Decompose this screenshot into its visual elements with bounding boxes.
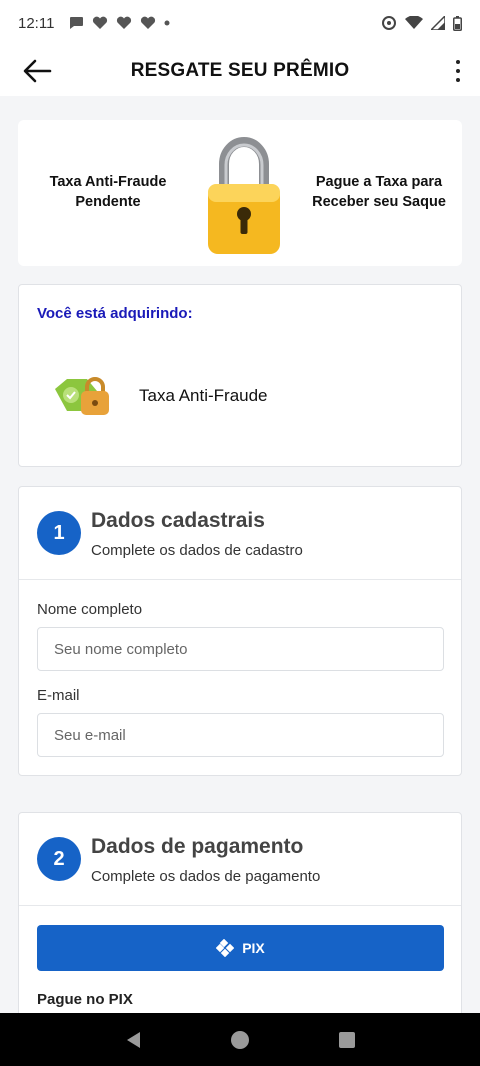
registration-section: 1 Dados cadastrais Complete os dados de … <box>18 486 462 776</box>
payment-section: 2 Dados de pagamento Complete os dados d… <box>18 812 462 1022</box>
name-label: Nome completo <box>37 601 143 618</box>
step-number: 1 <box>37 511 81 555</box>
notification-icons <box>68 16 170 30</box>
step-number: 2 <box>37 837 81 881</box>
nav-recents-icon[interactable] <box>338 1031 356 1049</box>
more-vertical-icon[interactable] <box>450 54 466 88</box>
dot-icon <box>164 20 170 26</box>
step-subtitle: Complete os dados de cadastro <box>91 542 303 559</box>
back-arrow-icon[interactable] <box>20 56 54 86</box>
product-name: Taxa Anti-Fraude <box>139 386 268 405</box>
pix-label: PIX <box>242 940 265 956</box>
email-input[interactable] <box>37 713 444 757</box>
name-input[interactable] <box>37 627 444 671</box>
promo-banner: Taxa Anti-Fraude Pendente Pague a Taxa p… <box>18 120 462 266</box>
system-nav-bar <box>0 1013 480 1066</box>
system-icons <box>381 15 462 31</box>
step-header: 2 Dados de pagamento Complete os dados d… <box>19 813 461 906</box>
pix-button[interactable]: PIX <box>37 925 444 971</box>
page-title: RESGATE SEU PRÊMIO <box>130 60 350 81</box>
heart-pulse-icon <box>141 16 156 29</box>
banner-right-text: Pague a Taxa para Receber seu Saque <box>312 174 446 210</box>
pay-label: Pague no PIX <box>37 991 133 1008</box>
wifi-icon <box>405 16 423 29</box>
step-subtitle: Complete os dados de pagamento <box>91 868 321 885</box>
signal-icon <box>431 16 445 30</box>
status-bar: 12:11 <box>0 0 480 46</box>
email-label: E-mail <box>37 687 80 704</box>
shield-lock-icon <box>55 377 109 415</box>
purchase-label: Você está adquirindo: <box>37 305 193 322</box>
pix-icon <box>216 939 235 957</box>
heart-pulse-icon <box>117 16 132 29</box>
nav-home-icon[interactable] <box>230 1030 250 1050</box>
banner-left-text: Taxa Anti-Fraude Pendente <box>49 174 167 210</box>
status-time: 12:11 <box>18 14 55 32</box>
step-title: Dados cadastrais <box>91 509 265 532</box>
padlock-icon <box>208 137 280 254</box>
purchase-card: Você está adquirindo: Taxa Anti-Fraude <box>18 284 462 467</box>
heart-pulse-icon <box>93 16 108 29</box>
step-title: Dados de pagamento <box>91 835 304 858</box>
chat-bubble-icon <box>70 17 84 29</box>
step-header: 1 Dados cadastrais Complete os dados de … <box>19 487 461 580</box>
battery-icon <box>453 15 462 31</box>
app-bar: RESGATE SEU PRÊMIO <box>0 46 480 96</box>
nav-back-icon[interactable] <box>124 1030 142 1050</box>
data-saver-icon <box>382 16 396 30</box>
